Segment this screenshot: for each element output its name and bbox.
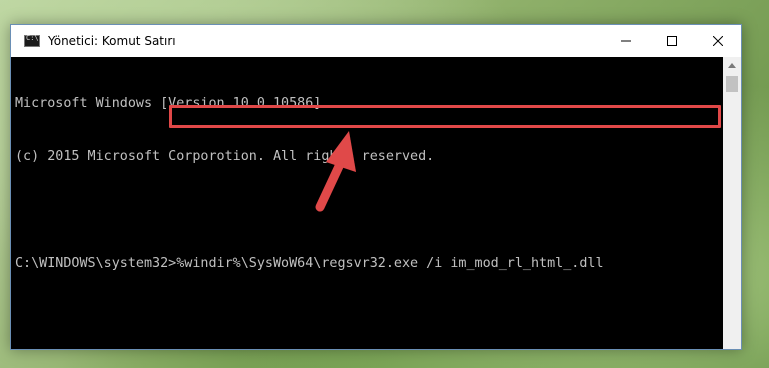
- pointer-arrow-icon: [315, 131, 356, 212]
